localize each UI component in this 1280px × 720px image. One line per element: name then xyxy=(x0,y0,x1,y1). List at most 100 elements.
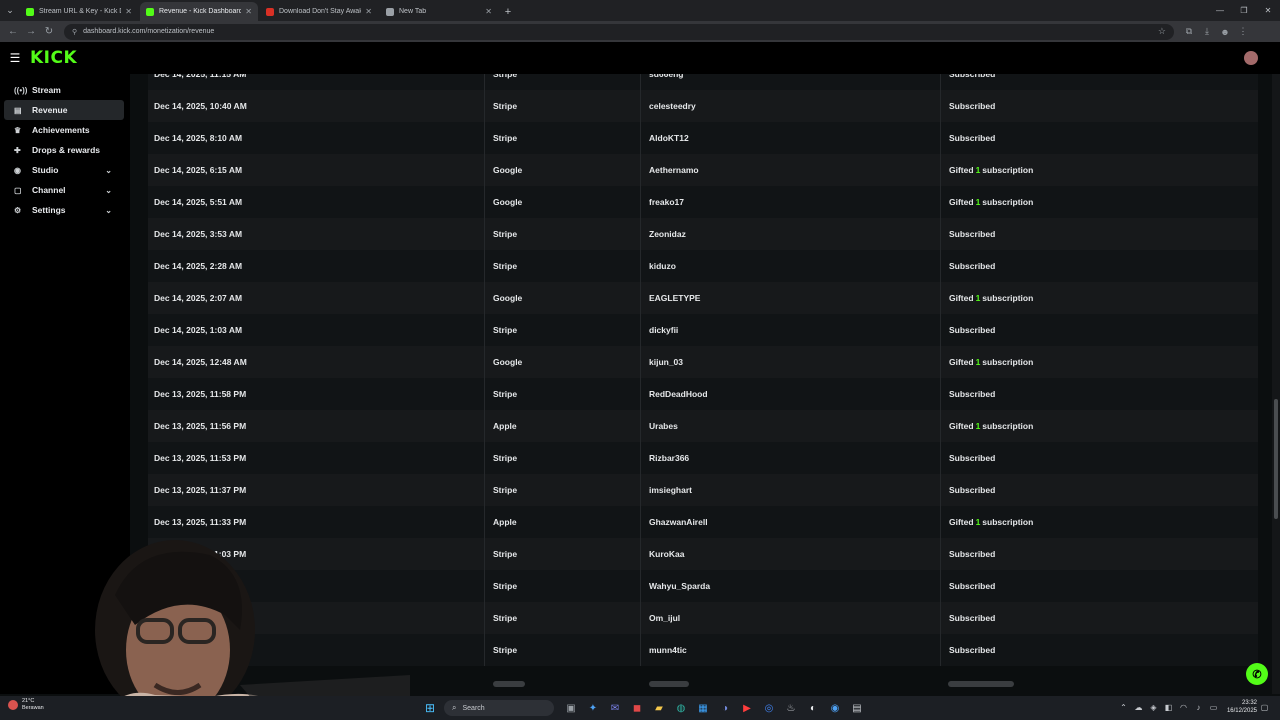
forward-button[interactable]: → xyxy=(22,23,40,41)
chrome-icon[interactable]: ◎ xyxy=(758,699,780,717)
row-username[interactable]: Wahyu_Sparda xyxy=(649,581,710,591)
row-username[interactable]: kiduzo xyxy=(649,261,676,271)
source-cell: Stripe xyxy=(485,378,641,410)
tray-app-icon[interactable]: ◈ xyxy=(1146,703,1161,712)
type-cell: Gifted 1 subscription xyxy=(941,154,1258,186)
chevron-down-icon[interactable]: ⌄ xyxy=(105,166,112,175)
page-scrollbar[interactable] xyxy=(1272,74,1280,694)
browser-tab[interactable]: Download Don't Stay Awake by✕ xyxy=(260,2,378,21)
user-cell: imsieghart xyxy=(641,474,941,506)
tray-app-icon[interactable]: ◧ xyxy=(1161,703,1176,712)
download-icon[interactable]: ⤓ xyxy=(1198,23,1216,41)
weather-widget[interactable]: 21°C Berawan xyxy=(8,698,44,712)
teams-icon[interactable]: ✉ xyxy=(604,699,626,717)
row-username[interactable]: freako17 xyxy=(649,197,684,207)
user-avatar[interactable] xyxy=(1244,51,1258,65)
sidebar-item-studio[interactable]: ◉ Studio ⌄ xyxy=(4,160,124,180)
cloud-icon[interactable]: ☁ xyxy=(1131,703,1146,712)
new-tab-button[interactable]: + xyxy=(500,2,516,21)
reload-button[interactable]: ↻ xyxy=(40,23,58,41)
row-username[interactable]: Aethernamo xyxy=(649,165,699,175)
hamburger-menu-icon[interactable]: ☰ xyxy=(0,51,30,65)
table-row: Dec 14, 2025, 5:51 AM Google freako17 Gifte… xyxy=(148,186,1258,218)
extensions-icon[interactable]: ⧉ xyxy=(1180,23,1198,41)
type-cell: Subscribed xyxy=(941,474,1258,506)
notification-icon[interactable]: ▢ xyxy=(1257,703,1272,712)
close-window-icon[interactable]: ✕ xyxy=(1256,0,1280,21)
sidebar-item-achievements[interactable]: ♛ Achievements xyxy=(4,120,124,140)
site-info-icon[interactable]: ⚲ xyxy=(72,28,77,36)
column-scroll-handle[interactable] xyxy=(493,681,525,687)
kick-logo[interactable]: KICK xyxy=(30,48,77,68)
file-explorer-icon[interactable]: ▰ xyxy=(648,699,670,717)
chrome-alt-icon[interactable]: ◉ xyxy=(824,699,846,717)
row-username[interactable]: Rizbar366 xyxy=(649,453,689,463)
url-text: dashboard.kick.com/monetization/revenue xyxy=(83,28,215,35)
profile-icon[interactable]: ☻ xyxy=(1216,23,1234,41)
row-username[interactable]: Zeonidaz xyxy=(649,229,686,239)
row-username[interactable]: GhazwanAirell xyxy=(649,517,708,527)
tab-close-icon[interactable]: ✕ xyxy=(485,7,492,16)
row-source: Stripe xyxy=(493,74,518,79)
sidebar-item-drops-rewards[interactable]: ✚ Drops & rewards xyxy=(4,140,124,160)
row-username[interactable]: sd66eng xyxy=(649,74,684,79)
store-icon[interactable]: ▦ xyxy=(692,699,714,717)
row-username[interactable]: imsieghart xyxy=(649,485,692,495)
row-username[interactable]: munn4tic xyxy=(649,645,687,655)
browser-tab[interactable]: Revenue - Kick Dashboard ✕ xyxy=(140,2,258,21)
address-bar[interactable]: ⚲ dashboard.kick.com/monetization/revenu… xyxy=(64,23,1174,40)
chevron-down-icon[interactable]: ⌄ xyxy=(105,186,112,195)
discord-icon[interactable]: ◑ xyxy=(714,699,736,717)
tab-close-icon[interactable]: ✕ xyxy=(245,7,252,16)
tab-close-icon[interactable]: ✕ xyxy=(365,7,372,16)
row-username[interactable]: KuroKaa xyxy=(649,549,684,559)
column-scroll-handle[interactable] xyxy=(948,681,1014,687)
sidebar-item-channel[interactable]: ▢ Channel ⌄ xyxy=(4,180,124,200)
youtube-icon[interactable]: ▶ xyxy=(736,699,758,717)
event-type: Subscribed xyxy=(949,261,996,271)
sidebar-item-revenue[interactable]: ▤ Revenue xyxy=(4,100,124,120)
volume-icon[interactable]: ♪ xyxy=(1191,703,1206,712)
table-row: Dec 14, 2025, 2:28 AM Stripe kiduzo Subscri… xyxy=(148,250,1258,282)
taskbar-clock[interactable]: 23:32 16/12/2025 xyxy=(1227,699,1257,715)
row-username[interactable]: Om_ijul xyxy=(649,613,680,623)
row-username[interactable]: EAGLETYPE xyxy=(649,293,700,303)
edge-icon[interactable]: ◍ xyxy=(670,699,692,717)
menu-icon[interactable]: ⋮ xyxy=(1234,23,1252,41)
windows-start-icon[interactable]: ⊞ xyxy=(422,700,438,716)
battery-icon[interactable]: ▭ xyxy=(1206,703,1221,712)
obs-icon[interactable]: ◐ xyxy=(802,699,824,717)
browser-tab[interactable]: Stream URL & Key - Kick Dashb ✕ xyxy=(20,2,138,21)
scrollbar-thumb[interactable] xyxy=(1274,399,1278,519)
row-username[interactable]: kijun_03 xyxy=(649,357,683,367)
row-username[interactable]: dickyfii xyxy=(649,325,678,335)
row-date: Dec 14, 2025, 2:07 AM xyxy=(154,293,243,303)
tray-overflow-icon[interactable]: ⌃ xyxy=(1116,703,1131,712)
back-button[interactable]: ← xyxy=(4,23,22,41)
office-icon[interactable]: ◼ xyxy=(626,699,648,717)
studio-icon: ◉ xyxy=(14,165,21,175)
steam-icon[interactable]: ♨ xyxy=(780,699,802,717)
notepad-icon[interactable]: ▤ xyxy=(846,699,868,717)
user-cell: Zeonidaz xyxy=(641,218,941,250)
tab-search-icon[interactable]: ⌄ xyxy=(0,0,20,21)
chevron-down-icon[interactable]: ⌄ xyxy=(105,206,112,215)
wifi-icon[interactable]: ◠ xyxy=(1176,703,1191,712)
tab-close-icon[interactable]: ✕ xyxy=(125,7,132,16)
minimize-icon[interactable]: — xyxy=(1208,0,1232,21)
row-username[interactable]: celesteedry xyxy=(649,101,696,111)
maximize-icon[interactable]: ❐ xyxy=(1232,0,1256,21)
column-scroll-handle[interactable] xyxy=(649,681,689,687)
sidebar-item-stream[interactable]: ((•)) Stream xyxy=(4,80,124,100)
table-row: Dec 14, 2025, 10:40 AM Stripe celesteedry S… xyxy=(148,90,1258,122)
copilot-icon[interactable]: ✦ xyxy=(582,699,604,717)
row-username[interactable]: AldoKT12 xyxy=(649,133,689,143)
task-view-icon[interactable]: ▣ xyxy=(560,699,582,717)
sidebar-item-settings[interactable]: ⚙ Settings ⌄ xyxy=(4,200,124,220)
row-username[interactable]: Urabes xyxy=(649,421,678,431)
row-username[interactable]: RedDeadHood xyxy=(649,389,708,399)
browser-tab[interactable]: New Tab ✕ xyxy=(380,2,498,21)
taskbar-search[interactable]: ⌕ Search xyxy=(444,700,554,716)
support-chat-button[interactable]: ✆ xyxy=(1246,663,1268,685)
bookmark-star-icon[interactable]: ☆ xyxy=(1158,26,1166,37)
